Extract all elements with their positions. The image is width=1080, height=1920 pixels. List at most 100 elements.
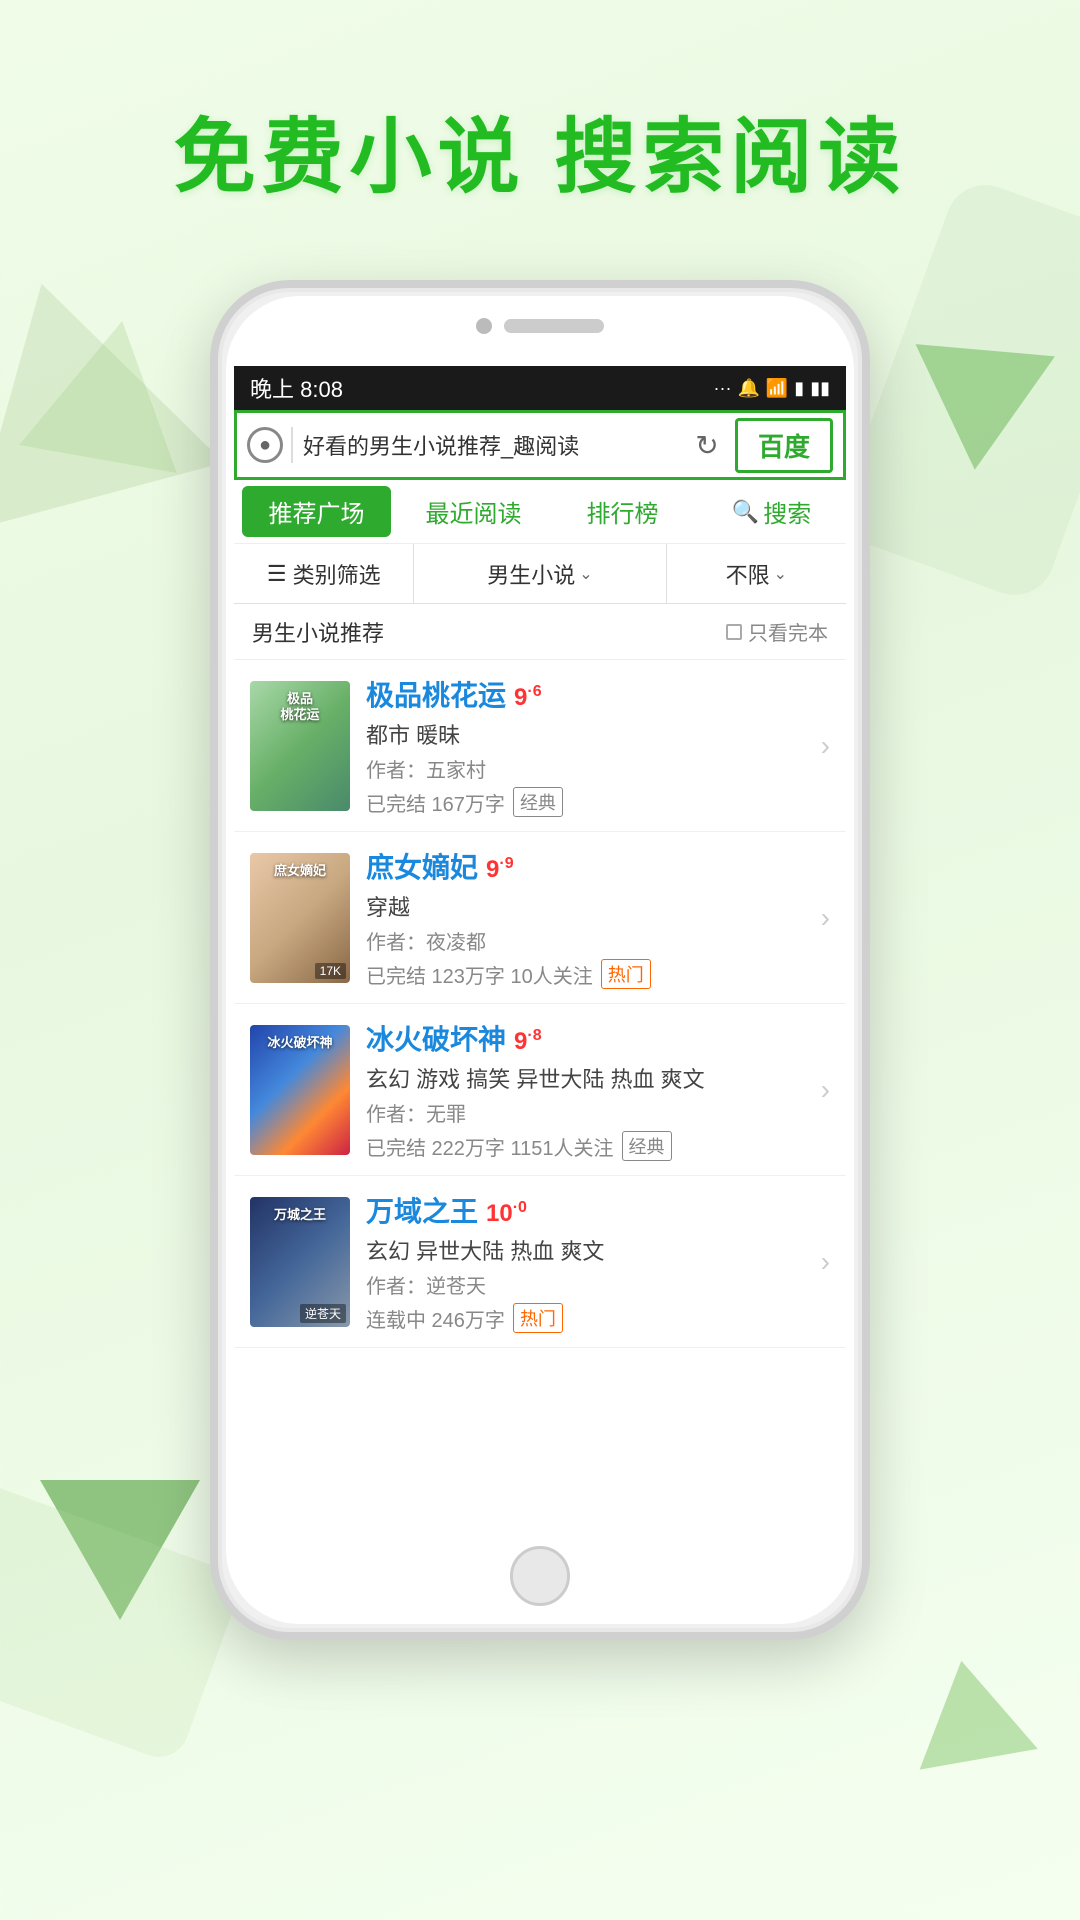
book-title-row-4: 万域之王 10·0 <box>366 1190 813 1230</box>
cover-title-4: 万城之王 <box>250 1207 350 1224</box>
search-divider <box>291 427 293 463</box>
book-info-4: 万域之王 10·0 玄幻 异世大陆 热血 爽文 作者：逆苍天 连载中 246万字… <box>366 1190 813 1333</box>
tab-bar: 推荐广场 最近阅读 排行榜 🔍 搜索 <box>234 480 846 544</box>
book-item-2[interactable]: 庶女嫡妃 17K 庶女嫡妃 9·9 穿越 作者：夜凌都 已完结 123万字 1 <box>234 832 846 1004</box>
baidu-search-button[interactable]: 百度 <box>735 418 833 473</box>
filter-category-label: 类别筛选 <box>293 558 381 590</box>
page-title: 免费小说 搜索阅读 <box>0 90 1080 209</box>
tab-search-label: 搜索 <box>763 494 811 529</box>
filter-gender-button[interactable]: 男生小说 ⌄ <box>414 544 666 603</box>
camera-icon: ▮ <box>794 378 804 399</box>
book-cover-4: 万城之王 逆苍天 <box>250 1197 350 1327</box>
book-tag-1: 经典 <box>513 787 563 817</box>
section-header: 男生小说推荐 只看完本 <box>234 604 846 660</box>
phone-camera <box>476 318 492 334</box>
book-rating-4: 10·0 <box>486 1199 527 1228</box>
book-genre-4: 玄幻 异世大陆 热血 爽文 <box>366 1234 813 1266</box>
refresh-icon[interactable]: ↻ <box>687 425 727 465</box>
phone-mockup: 晚上 8:08 ··· 🔔 📶 ▮ ▮▮ ● 好看的男生小说推荐_趣阅读 ↻ <box>210 280 870 1700</box>
bg-decoration-6 <box>902 1650 1038 1769</box>
book-cover-1: 极品桃花运 <box>250 681 350 811</box>
tab-ranking-label: 排行榜 <box>587 494 659 529</box>
book-cover-2: 庶女嫡妃 17K <box>250 853 350 983</box>
search-bar[interactable]: ● 好看的男生小说推荐_趣阅读 ↻ 百度 <box>234 410 846 480</box>
book-meta-text-1: 已完结 167万字 <box>366 788 505 817</box>
book-meta-4: 连载中 246万字 热门 <box>366 1303 813 1333</box>
phone-inner: 晚上 8:08 ··· 🔔 📶 ▮ ▮▮ ● 好看的男生小说推荐_趣阅读 ↻ <box>226 296 854 1624</box>
chevron-right-icon-1: › <box>821 730 830 762</box>
book-info-3: 冰火破坏神 9·8 玄幻 游戏 搞笑 异世大陆 热血 爽文 作者：无罪 已完结 … <box>366 1018 813 1161</box>
tab-recommend[interactable]: 推荐广场 <box>242 486 391 537</box>
book-meta-text-2: 已完结 123万字 10人关注 <box>366 960 593 989</box>
book-tag-2: 热门 <box>601 959 651 989</box>
status-bar: 晚上 8:08 ··· 🔔 📶 ▮ ▮▮ <box>234 366 846 410</box>
section-filter[interactable]: 只看完本 <box>726 617 828 646</box>
book-meta-text-3: 已完结 222万字 1151人关注 <box>366 1132 614 1161</box>
phone-camera-area <box>476 318 604 334</box>
signal-icon: ··· <box>713 378 731 399</box>
filter-bar: ☰ 类别筛选 男生小说 ⌄ 不限 ⌄ <box>234 544 846 604</box>
chevron-down-icon: ⌄ <box>579 564 592 584</box>
search-icon: 🔍 <box>732 499 759 525</box>
book-list: 极品桃花运 极品桃花运 9·6 都市 暖昧 作者：五家村 已完结 167万字 <box>234 660 846 1348</box>
book-rating-2: 9·9 <box>486 855 514 884</box>
book-title-row-2: 庶女嫡妃 9·9 <box>366 846 813 886</box>
section-title: 男生小说推荐 <box>252 616 384 648</box>
bg-decoration-4 <box>905 344 1055 476</box>
book-info-2: 庶女嫡妃 9·9 穿越 作者：夜凌都 已完结 123万字 10人关注 热门 <box>366 846 813 989</box>
book-genre-1: 都市 暖昧 <box>366 718 813 750</box>
cover-title-3: 冰火破坏神 <box>250 1035 350 1052</box>
search-query-text: 好看的男生小说推荐_趣阅读 <box>303 429 679 461</box>
book-title-row-1: 极品桃花运 9·6 <box>366 674 813 714</box>
book-rating-1: 9·6 <box>514 683 542 712</box>
filter-category-button[interactable]: ☰ 类别筛选 <box>234 544 414 603</box>
book-author-2: 作者：夜凌都 <box>366 926 813 955</box>
book-meta-2: 已完结 123万字 10人关注 热门 <box>366 959 813 989</box>
list-icon: ☰ <box>267 561 287 587</box>
chevron-down-icon-2: ⌄ <box>774 564 787 584</box>
chevron-right-icon-2: › <box>821 902 830 934</box>
battery-icon: ▮▮ <box>810 378 830 399</box>
filter-limit-button[interactable]: 不限 ⌄ <box>667 544 846 603</box>
cover-title-2: 庶女嫡妃 <box>250 863 350 880</box>
book-tag-4: 热门 <box>513 1303 563 1333</box>
tab-recent-label: 最近阅读 <box>426 494 522 529</box>
book-title-2: 庶女嫡妃 <box>366 846 478 886</box>
phone-speaker <box>504 319 604 333</box>
book-item-3[interactable]: 冰火破坏神 冰火破坏神 9·8 玄幻 游戏 搞笑 异世大陆 热血 爽文 作者：无… <box>234 1004 846 1176</box>
book-author-4: 作者：逆苍天 <box>366 1270 813 1299</box>
book-cover-3: 冰火破坏神 <box>250 1025 350 1155</box>
book-item-4[interactable]: 万城之王 逆苍天 万域之王 10·0 玄幻 异世大陆 热血 爽文 作者：逆苍天 <box>234 1176 846 1348</box>
status-time: 晚上 8:08 <box>250 372 343 404</box>
book-info-1: 极品桃花运 9·6 都市 暖昧 作者：五家村 已完结 167万字 经典 <box>366 674 813 817</box>
book-meta-text-4: 连载中 246万字 <box>366 1304 505 1333</box>
status-icons: ··· 🔔 📶 ▮ ▮▮ <box>713 378 830 399</box>
section-filter-label: 只看完本 <box>748 617 828 646</box>
tab-search[interactable]: 🔍 搜索 <box>697 480 846 543</box>
tab-recent[interactable]: 最近阅读 <box>399 480 548 543</box>
book-title-3: 冰火破坏神 <box>366 1018 506 1058</box>
book-author-1: 作者：五家村 <box>366 754 813 783</box>
filter-gender-label: 男生小说 <box>487 558 575 590</box>
book-item-1[interactable]: 极品桃花运 极品桃花运 9·6 都市 暖昧 作者：五家村 已完结 167万字 <box>234 660 846 832</box>
mute-icon: 🔔 <box>737 378 759 399</box>
wifi-icon: 📶 <box>766 378 788 399</box>
book-title-row-3: 冰火破坏神 9·8 <box>366 1018 813 1058</box>
book-tag-3: 经典 <box>622 1131 672 1161</box>
cover-title-1: 极品桃花运 <box>250 691 350 725</box>
chevron-right-icon-3: › <box>821 1074 830 1106</box>
cover-badge-4: 逆苍天 <box>300 1304 346 1323</box>
cover-badge-2: 17K <box>315 963 346 979</box>
tab-ranking[interactable]: 排行榜 <box>548 480 697 543</box>
bg-decoration-2 <box>19 307 201 473</box>
phone-home-button[interactable] <box>510 1546 570 1606</box>
globe-icon: ● <box>247 427 283 463</box>
book-meta-3: 已完结 222万字 1151人关注 经典 <box>366 1131 813 1161</box>
book-genre-3: 玄幻 游戏 搞笑 异世大陆 热血 爽文 <box>366 1062 813 1094</box>
phone-screen: 晚上 8:08 ··· 🔔 📶 ▮ ▮▮ ● 好看的男生小说推荐_趣阅读 ↻ <box>234 366 846 1534</box>
book-title-1: 极品桃花运 <box>366 674 506 714</box>
chevron-right-icon-4: › <box>821 1246 830 1278</box>
phone-outer: 晚上 8:08 ··· 🔔 📶 ▮ ▮▮ ● 好看的男生小说推荐_趣阅读 ↻ <box>210 280 870 1640</box>
filter-checkbox[interactable] <box>726 624 742 640</box>
book-genre-2: 穿越 <box>366 890 813 922</box>
